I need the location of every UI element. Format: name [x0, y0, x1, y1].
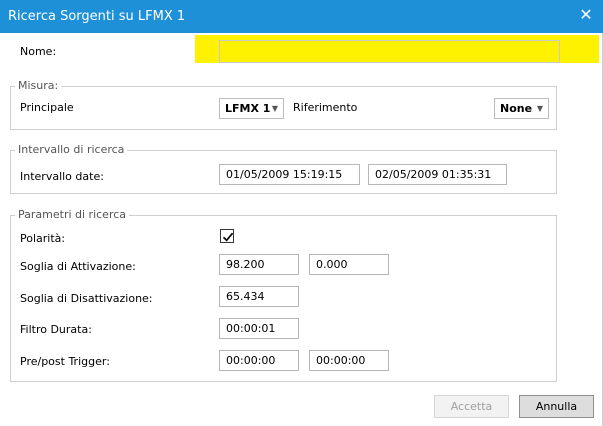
disattivazione-label: Soglia di Disattivazione: — [20, 292, 153, 305]
attivazione-label: Soglia di Attivazione: — [20, 260, 136, 273]
close-icon[interactable]: ✕ — [577, 6, 595, 24]
pre-trigger-input[interactable]: 00:00:00 — [219, 350, 299, 371]
riferimento-value: None — [500, 102, 533, 115]
dialog-title: Ricerca Sorgenti su LFMX 1 — [8, 9, 186, 24]
filtro-label: Filtro Durata: — [20, 323, 92, 336]
annulla-button[interactable]: Annulla — [519, 395, 594, 418]
dialog-window: Ricerca Sorgenti su LFMX 1 ✕ Nome: Misur… — [0, 0, 603, 426]
end-date-input[interactable]: 02/05/2009 01:35:31 — [368, 164, 507, 185]
riferimento-label: Riferimento — [293, 101, 358, 114]
accetta-button[interactable]: Accetta — [434, 395, 509, 418]
intervallo-date-label: Intervallo date: — [20, 170, 104, 183]
chevron-down-icon: ▼ — [271, 104, 278, 113]
principale-label: Principale — [20, 101, 74, 114]
chevron-down-icon: ▼ — [536, 104, 543, 113]
checkmark-icon — [222, 232, 234, 242]
post-trigger-input[interactable]: 00:00:00 — [309, 350, 389, 371]
title-bar: Ricerca Sorgenti su LFMX 1 ✕ — [0, 0, 603, 33]
misura-legend: Misura: — [15, 79, 62, 93]
principale-value: LFMX 1 — [225, 102, 271, 115]
disattivazione-input[interactable]: 65.434 — [219, 286, 299, 307]
parametri-legend: Parametri di ricerca — [15, 208, 130, 222]
polarita-checkbox[interactable] — [220, 229, 234, 243]
riferimento-select[interactable]: None ▼ — [494, 98, 549, 119]
filtro-input[interactable]: 00:00:01 — [219, 318, 299, 339]
principale-select[interactable]: LFMX 1 ▼ — [219, 98, 284, 119]
name-input[interactable] — [219, 40, 560, 63]
polarita-label: Polarità: — [20, 232, 66, 245]
attivazione-input-1[interactable]: 98.200 — [219, 254, 299, 275]
name-label: Nome: — [20, 45, 57, 58]
attivazione-input-2[interactable]: 0.000 — [309, 254, 389, 275]
trigger-label: Pre/post Trigger: — [20, 355, 110, 368]
intervallo-legend: Intervallo di ricerca — [15, 143, 128, 157]
start-date-input[interactable]: 01/05/2009 15:19:15 — [219, 164, 360, 185]
